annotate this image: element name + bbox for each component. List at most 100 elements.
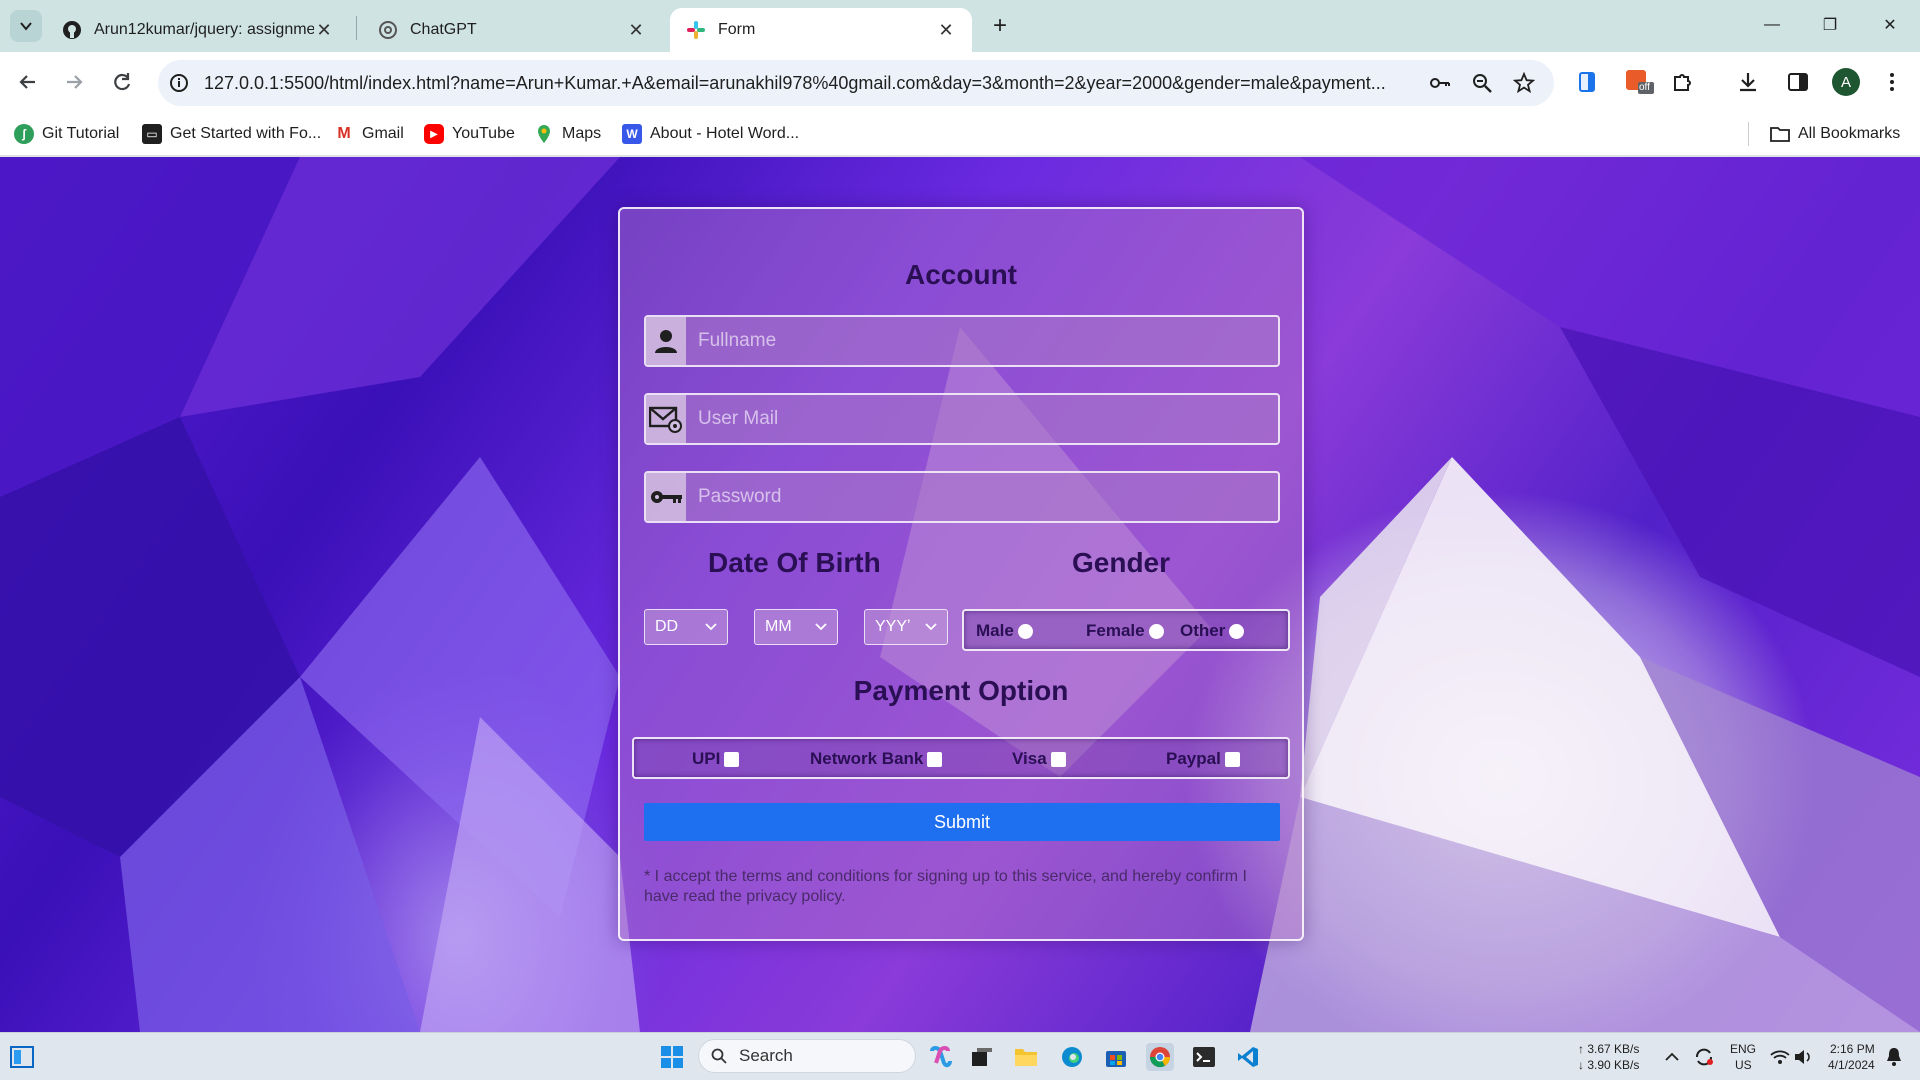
payment-option-paypal[interactable]: Paypal bbox=[1166, 749, 1240, 769]
password-key-icon[interactable] bbox=[1428, 71, 1452, 95]
gender-option-other[interactable]: Other bbox=[1180, 621, 1245, 641]
more-menu-icon[interactable] bbox=[1878, 68, 1906, 96]
tab-form[interactable]: Form ✕ bbox=[670, 8, 972, 52]
payment-option-heading: Payment Option bbox=[853, 675, 1069, 706]
password-input[interactable] bbox=[686, 473, 1278, 521]
email-field-wrapper bbox=[644, 393, 1280, 445]
submit-button[interactable]: Submit bbox=[644, 803, 1280, 841]
gender-option-label: Other bbox=[1180, 621, 1226, 640]
windows-start-icon[interactable] bbox=[658, 1043, 686, 1071]
gender-radio-male[interactable] bbox=[1017, 623, 1033, 639]
widgets-icon[interactable] bbox=[8, 1043, 36, 1071]
payment-option-visa[interactable]: Visa bbox=[1012, 749, 1066, 769]
copilot-icon[interactable] bbox=[926, 1043, 954, 1071]
wordpress-icon: W bbox=[622, 124, 642, 144]
gender-heading: Gender bbox=[1072, 547, 1171, 578]
bookmark-label: Gmail bbox=[362, 125, 404, 142]
gender-radio-other[interactable] bbox=[1229, 623, 1245, 639]
profile-avatar[interactable]: A bbox=[1832, 68, 1860, 96]
volume-icon[interactable] bbox=[1790, 1043, 1818, 1071]
taskbar-search[interactable]: Search bbox=[698, 1039, 916, 1073]
close-window-button[interactable]: ✕ bbox=[1870, 10, 1910, 40]
info-icon[interactable] bbox=[168, 72, 190, 94]
bookmark-star-icon[interactable] bbox=[1512, 71, 1536, 95]
chrome-icon[interactable] bbox=[1146, 1043, 1174, 1071]
task-view-icon[interactable] bbox=[968, 1043, 996, 1071]
payment-option-label: UPI bbox=[692, 749, 721, 768]
tab-title: Form bbox=[718, 21, 756, 38]
sync-icon[interactable] bbox=[1690, 1043, 1718, 1071]
payment-option-network-bank[interactable]: Network Bank bbox=[810, 749, 943, 769]
payment-checkbox-upi[interactable] bbox=[724, 751, 740, 767]
file-explorer-icon[interactable] bbox=[1012, 1043, 1040, 1071]
fullname-input[interactable] bbox=[686, 317, 1278, 365]
restore-button[interactable]: ❐ bbox=[1810, 10, 1850, 40]
url-text[interactable]: 127.0.0.1:5500/html/index.html?name=Arun… bbox=[204, 73, 1414, 94]
search-icon bbox=[711, 1048, 727, 1064]
github-icon bbox=[63, 21, 81, 39]
bookmark-label: About - Hotel Word... bbox=[650, 125, 800, 142]
close-icon[interactable]: ✕ bbox=[936, 20, 956, 40]
chevron-down-icon bbox=[925, 623, 937, 631]
vscode-icon[interactable] bbox=[1234, 1043, 1262, 1071]
bookmark-label: YouTube bbox=[452, 125, 515, 142]
payment-checkbox-network-bank[interactable] bbox=[927, 751, 943, 767]
extension-off-icon[interactable]: off bbox=[1622, 68, 1656, 96]
minimize-button[interactable]: — bbox=[1752, 10, 1792, 40]
forward-button[interactable] bbox=[56, 64, 92, 100]
month-select[interactable]: MM bbox=[754, 609, 838, 645]
bookmark-hotel-word[interactable]: W About - Hotel Word... bbox=[622, 120, 799, 148]
new-tab-button[interactable]: + bbox=[986, 12, 1014, 40]
payment-checkbox-paypal[interactable] bbox=[1224, 751, 1240, 767]
day-select[interactable]: DD bbox=[644, 609, 728, 645]
all-bookmarks-button[interactable]: All Bookmarks bbox=[1770, 120, 1900, 148]
close-icon: ✕ bbox=[1883, 17, 1897, 34]
chevron-up-icon[interactable] bbox=[1658, 1043, 1686, 1071]
payment-option-upi[interactable]: UPI bbox=[692, 749, 740, 769]
gender-option-male[interactable]: Male bbox=[976, 621, 1033, 641]
payment-option-label: Paypal bbox=[1166, 749, 1221, 768]
bookmark-gmail[interactable]: M Gmail bbox=[334, 120, 404, 148]
tab-strip: Arun12kumar/jquery: assignme ✕ ChatGPT ✕… bbox=[0, 0, 1920, 52]
tab-title: Arun12kumar/jquery: assignme bbox=[94, 21, 314, 38]
plus-icon: + bbox=[992, 12, 1007, 39]
back-arrow-icon bbox=[19, 75, 35, 89]
tab-chatgpt[interactable]: ChatGPT ✕ bbox=[362, 8, 662, 52]
bookmark-label: Get Started with Fo... bbox=[170, 125, 322, 142]
close-icon[interactable]: ✕ bbox=[626, 20, 646, 40]
notification-bell-icon[interactable] bbox=[1880, 1043, 1908, 1071]
form-title: Account bbox=[905, 259, 1017, 290]
mail-at-icon bbox=[646, 395, 686, 443]
terminal-icon[interactable] bbox=[1190, 1043, 1218, 1071]
page-viewport: Account Date Of Birth Gender DD bbox=[0, 157, 1920, 1032]
side-panel-icon[interactable] bbox=[1784, 68, 1812, 96]
gender-radio-female[interactable] bbox=[1148, 623, 1164, 639]
edge-icon[interactable] bbox=[1058, 1043, 1086, 1071]
bookmark-youtube[interactable]: ▶ YouTube bbox=[424, 120, 515, 148]
gender-option-female[interactable]: Female bbox=[1086, 621, 1164, 641]
bookmark-git-tutorial[interactable]: ʃ Git Tutorial bbox=[14, 120, 119, 148]
tab-search-button[interactable] bbox=[10, 10, 42, 42]
email-input[interactable] bbox=[686, 395, 1278, 443]
clock-time[interactable]: 2:16 PM bbox=[1830, 1042, 1875, 1056]
address-bar[interactable]: 127.0.0.1:5500/html/index.html?name=Arun… bbox=[158, 60, 1554, 106]
reading-mode-icon[interactable] bbox=[1574, 68, 1602, 96]
reload-button[interactable] bbox=[104, 64, 140, 100]
year-select[interactable]: YYYʼ bbox=[864, 609, 948, 645]
close-icon[interactable]: ✕ bbox=[314, 20, 334, 40]
reload-icon bbox=[114, 73, 131, 91]
payment-checkbox-visa[interactable] bbox=[1050, 751, 1066, 767]
download-icon[interactable] bbox=[1734, 68, 1762, 96]
back-button[interactable] bbox=[10, 64, 46, 100]
extensions-puzzle-icon[interactable] bbox=[1668, 68, 1696, 96]
forward-arrow-icon bbox=[67, 75, 83, 89]
bookmark-get-started[interactable]: ▭ Get Started with Fo... bbox=[142, 120, 321, 148]
store-icon[interactable] bbox=[1102, 1043, 1130, 1071]
bookmark-maps[interactable]: Maps bbox=[534, 120, 601, 148]
terms-text: * I accept the terms and conditions for … bbox=[644, 868, 1247, 905]
zoom-icon[interactable] bbox=[1470, 71, 1494, 95]
language-indicator[interactable]: ENG bbox=[1730, 1042, 1756, 1056]
fullname-field-wrapper bbox=[644, 315, 1280, 367]
gender-options: Male Female Other bbox=[962, 609, 1290, 651]
tab-github[interactable]: Arun12kumar/jquery: assignme ✕ bbox=[46, 8, 350, 52]
